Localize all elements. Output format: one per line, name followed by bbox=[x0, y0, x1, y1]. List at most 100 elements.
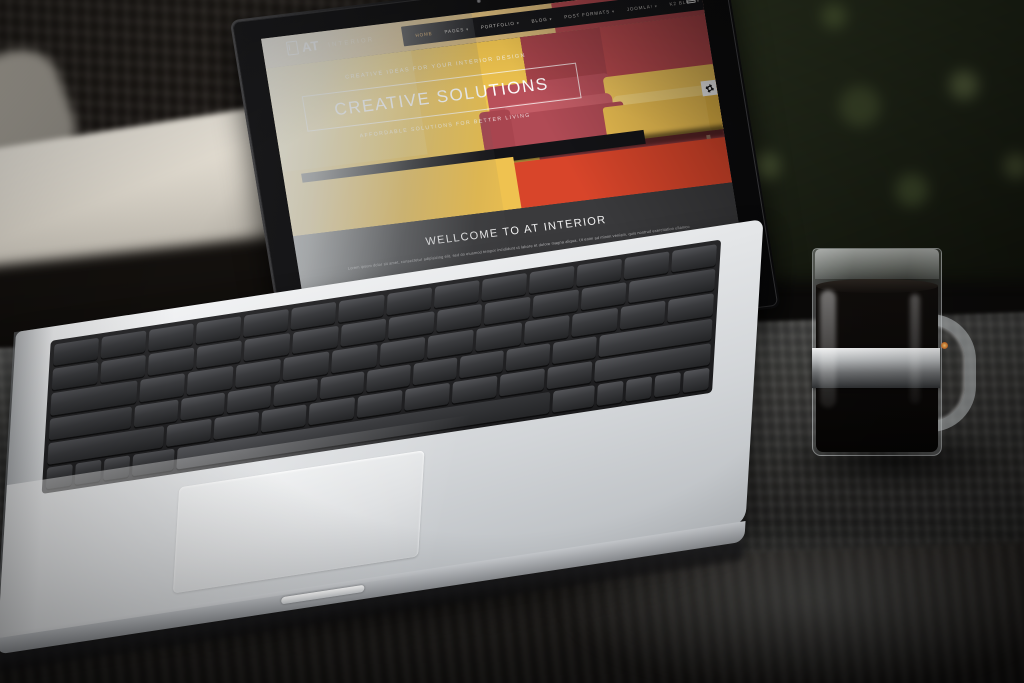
key[interactable] bbox=[532, 289, 579, 318]
nav-label: PORTFOLIO bbox=[480, 20, 516, 30]
nav-label: POST FORMATS bbox=[563, 8, 611, 20]
key[interactable] bbox=[186, 366, 234, 395]
key[interactable] bbox=[138, 373, 186, 402]
key[interactable] bbox=[283, 351, 330, 381]
coffee-surface bbox=[816, 279, 938, 293]
key-option-left[interactable] bbox=[103, 455, 131, 481]
key[interactable] bbox=[412, 356, 458, 385]
key[interactable] bbox=[436, 304, 483, 333]
coffee-mug bbox=[806, 248, 976, 460]
nav-label: BLOG bbox=[531, 16, 548, 24]
key[interactable] bbox=[551, 335, 597, 364]
key[interactable] bbox=[379, 337, 426, 366]
key-control[interactable] bbox=[74, 459, 102, 486]
key[interactable] bbox=[195, 340, 243, 369]
key[interactable] bbox=[51, 362, 99, 391]
key[interactable] bbox=[427, 329, 474, 359]
key[interactable] bbox=[580, 282, 627, 311]
key[interactable] bbox=[484, 296, 531, 326]
key[interactable] bbox=[623, 251, 670, 280]
key[interactable] bbox=[481, 272, 527, 302]
settings-tab-button[interactable] bbox=[700, 79, 718, 97]
key[interactable] bbox=[451, 375, 498, 404]
key[interactable] bbox=[273, 377, 319, 407]
key[interactable] bbox=[180, 391, 226, 421]
key[interactable] bbox=[134, 398, 180, 428]
key[interactable] bbox=[243, 333, 291, 362]
key[interactable] bbox=[166, 418, 213, 447]
key[interactable] bbox=[53, 337, 100, 366]
nav-item-k2-blog[interactable]: K2 BLOG▾ bbox=[663, 0, 706, 7]
key[interactable] bbox=[261, 403, 308, 433]
key[interactable] bbox=[213, 411, 260, 440]
key[interactable] bbox=[433, 280, 480, 309]
nav-label: JOOMLA! bbox=[626, 3, 654, 12]
key[interactable] bbox=[546, 360, 593, 390]
nav-label: HOME bbox=[415, 30, 433, 38]
key[interactable] bbox=[235, 358, 282, 388]
key[interactable] bbox=[148, 323, 195, 352]
key[interactable] bbox=[100, 330, 147, 359]
chevron-down-icon: ▾ bbox=[654, 2, 658, 9]
key[interactable] bbox=[671, 244, 718, 273]
key[interactable] bbox=[528, 265, 575, 295]
key[interactable] bbox=[319, 370, 365, 399]
nav-item-portfolio[interactable]: PORTFOLIO▾ bbox=[474, 19, 525, 30]
key-fn[interactable] bbox=[45, 463, 73, 490]
key[interactable] bbox=[498, 368, 545, 397]
key-arrow-left[interactable] bbox=[625, 376, 653, 402]
logo-name: AT bbox=[300, 37, 321, 55]
nav-item-pages[interactable]: PAGES▾ bbox=[438, 25, 475, 34]
key[interactable] bbox=[331, 344, 378, 373]
scene-root: AT INTERIOR HOME PAGES▾ PORTFOLIO▾ BLOG▾… bbox=[0, 0, 1024, 683]
key[interactable] bbox=[366, 363, 412, 392]
key[interactable] bbox=[227, 384, 272, 414]
key-arrow-right[interactable] bbox=[682, 367, 710, 394]
key[interactable] bbox=[475, 322, 522, 352]
key-arrow-updown[interactable] bbox=[653, 371, 681, 398]
key[interactable] bbox=[459, 349, 504, 378]
key[interactable] bbox=[290, 301, 337, 331]
logo-tagline: INTERIOR bbox=[327, 37, 375, 49]
nav-item-post-formats[interactable]: POST FORMATS▾ bbox=[558, 7, 621, 20]
key[interactable] bbox=[619, 300, 666, 330]
mug-rim bbox=[815, 249, 939, 279]
chevron-down-icon: ▾ bbox=[611, 8, 616, 14]
key[interactable] bbox=[667, 293, 714, 322]
nav-label: PAGES bbox=[444, 26, 465, 34]
key[interactable] bbox=[340, 318, 387, 348]
key[interactable] bbox=[99, 354, 147, 384]
key[interactable] bbox=[385, 287, 432, 316]
key[interactable] bbox=[292, 325, 339, 355]
key[interactable] bbox=[338, 294, 385, 323]
chevron-down-icon: ▾ bbox=[696, 0, 701, 3]
key-option-right[interactable] bbox=[596, 380, 624, 407]
key[interactable] bbox=[523, 315, 570, 344]
key[interactable] bbox=[147, 347, 195, 377]
chevron-down-icon: ▾ bbox=[516, 19, 520, 26]
nav-item-joomla[interactable]: JOOMLA!▾ bbox=[620, 2, 663, 12]
chevron-down-icon: ▾ bbox=[465, 25, 470, 32]
key[interactable] bbox=[243, 308, 290, 338]
chevron-down-icon: ▾ bbox=[549, 15, 553, 21]
mug-light-reflection bbox=[941, 342, 948, 349]
key-command-left[interactable] bbox=[131, 448, 175, 477]
book-icon bbox=[285, 40, 300, 56]
key[interactable] bbox=[571, 308, 618, 337]
nav-item-home[interactable]: HOME bbox=[409, 30, 439, 38]
key[interactable] bbox=[356, 389, 403, 418]
site-logo[interactable]: AT INTERIOR bbox=[285, 31, 375, 56]
key-command-right[interactable] bbox=[552, 384, 595, 413]
gear-icon bbox=[704, 83, 714, 93]
mug-highlight bbox=[820, 290, 836, 408]
mug-highlight-secondary bbox=[910, 294, 920, 404]
key[interactable] bbox=[505, 342, 551, 371]
nav-item-blog[interactable]: BLOG▾ bbox=[525, 15, 559, 24]
key[interactable] bbox=[403, 382, 450, 411]
laptop-base bbox=[0, 218, 764, 673]
burger-line bbox=[687, 0, 695, 3]
key[interactable] bbox=[388, 311, 435, 340]
key[interactable] bbox=[308, 396, 355, 426]
key[interactable] bbox=[195, 316, 242, 345]
key[interactable] bbox=[576, 258, 622, 287]
